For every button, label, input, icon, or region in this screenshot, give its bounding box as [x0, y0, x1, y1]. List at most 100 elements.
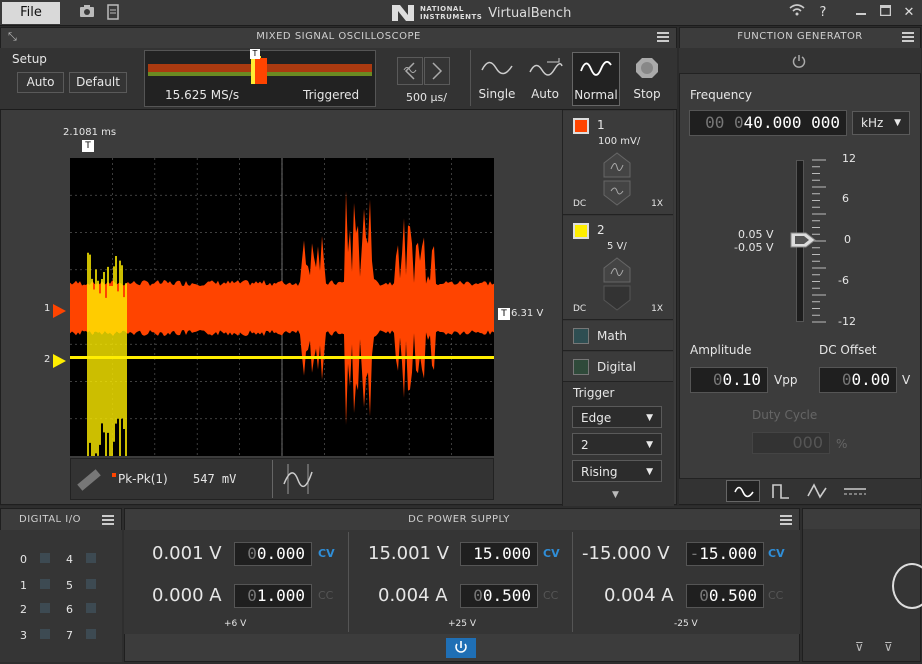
ch1-offset-marker[interactable]: [53, 304, 66, 318]
maximize-icon[interactable]: [876, 4, 894, 22]
trigger-position-marker[interactable]: T: [82, 140, 94, 152]
auto-setup-button[interactable]: Auto: [17, 72, 64, 93]
ps2-current-field[interactable]: 00.500: [460, 584, 538, 608]
minimize-icon[interactable]: [852, 4, 870, 22]
filter-icon[interactable]: ⊽: [855, 640, 864, 654]
square-wave-button[interactable]: [766, 480, 796, 502]
export-file-icon[interactable]: [104, 4, 122, 22]
pin-4-led[interactable]: [86, 553, 96, 563]
brand-name: NATIONAL INSTRUMENTS: [420, 5, 483, 21]
trigger-type-select[interactable]: Edge: [572, 406, 662, 429]
ps2-voltage-field[interactable]: 15.000: [460, 542, 538, 566]
trigger-level-marker[interactable]: T: [498, 308, 510, 320]
digital-toggle[interactable]: [573, 359, 589, 375]
ps1-current-field[interactable]: 01.000: [234, 584, 312, 608]
trigger-slope-select[interactable]: Rising: [572, 460, 662, 483]
amplitude-field[interactable]: 00.10: [690, 367, 768, 393]
ruler-icon[interactable]: [74, 464, 102, 497]
fgen-menu-icon[interactable]: [902, 32, 914, 42]
dc-wave-button[interactable]: [840, 480, 870, 502]
amplitude-value: 0.10: [722, 370, 761, 389]
stop-acq-button[interactable]: Stop: [626, 52, 668, 106]
stop-label: Stop: [633, 87, 661, 101]
ps1-label: +6 V: [224, 619, 247, 629]
offset-unit: V: [902, 373, 911, 387]
amplitude-slider-handle[interactable]: [790, 232, 816, 251]
ps1-voltage-set: 0.000: [256, 544, 305, 563]
pin-6-led[interactable]: [86, 603, 96, 613]
ch1-coupling[interactable]: DC: [573, 199, 586, 209]
timebase-increase-button[interactable]: [424, 57, 450, 85]
timebase-decrease-button[interactable]: [397, 57, 423, 85]
auto-wave-icon: [529, 58, 563, 76]
fgen-power-icon[interactable]: [792, 54, 806, 71]
ps1-voltage-field[interactable]: 00.000: [234, 542, 312, 566]
waveform-overview[interactable]: T 15.625 MS/s Triggered: [144, 49, 376, 107]
ch2-enable-toggle[interactable]: [573, 223, 589, 239]
trigger-source-select[interactable]: 2: [572, 433, 662, 456]
default-setup-button[interactable]: Default: [69, 72, 127, 93]
ch2-probe[interactable]: 1X: [651, 304, 663, 314]
filter-icon-2[interactable]: ⊽: [884, 640, 893, 654]
ch2-scale: 5 V/: [607, 241, 627, 252]
scope-menu-icon[interactable]: [657, 32, 669, 42]
help-icon[interactable]: ?: [814, 4, 832, 22]
single-acq-button[interactable]: Single: [476, 52, 518, 106]
ch2-scale-buttons[interactable]: [601, 256, 633, 312]
normal-wave-icon: [580, 60, 612, 76]
ch2-coupling[interactable]: DC: [573, 304, 586, 314]
normal-acq-button[interactable]: Normal: [572, 52, 620, 106]
frequency-field[interactable]: 00 040.000 000: [689, 110, 847, 136]
ps3-current-dim: 0: [699, 586, 709, 605]
digital-channel[interactable]: Digital: [563, 352, 673, 382]
pin-1-led[interactable]: [40, 579, 50, 589]
channel-scroll-down-icon[interactable]: ▼: [612, 490, 619, 500]
camera-icon[interactable]: [78, 4, 96, 22]
pin-7-led[interactable]: [86, 629, 96, 639]
sine-wave-button[interactable]: [726, 480, 760, 502]
trigger-state: Triggered: [303, 88, 360, 102]
math-channel[interactable]: Math: [563, 321, 673, 351]
wifi-icon[interactable]: [788, 4, 806, 22]
dcps-title: DC POWER SUPPLY: [408, 514, 510, 525]
close-icon[interactable]: ✕: [900, 4, 918, 22]
ch2-offset-marker[interactable]: [53, 354, 66, 368]
cursor-wave-icon: [283, 464, 313, 494]
dcps-menu-icon[interactable]: [780, 515, 792, 525]
math-toggle[interactable]: [573, 328, 589, 344]
ch2-card[interactable]: 2 5 V/ DC 1X: [563, 216, 673, 320]
offset-field[interactable]: 00.00: [819, 367, 897, 393]
scope-screen[interactable]: [70, 158, 494, 478]
pin-5-led[interactable]: [86, 579, 96, 589]
ch1-card[interactable]: 1 100 mV/ DC 1X: [563, 111, 673, 215]
auto-acq-button[interactable]: Auto: [524, 52, 566, 106]
frequency-dim-digits: 00 0: [705, 113, 744, 132]
cursor-mode-button[interactable]: [282, 462, 314, 496]
square-icon: [772, 484, 789, 499]
ps3-voltage-field[interactable]: -15.000: [686, 542, 764, 566]
expand-icon[interactable]: ⤡: [8, 30, 17, 44]
ps3-current-field[interactable]: 00.500: [686, 584, 764, 608]
dio-menu-icon[interactable]: [102, 515, 114, 525]
ps3-label: -25 V: [674, 619, 698, 629]
pin-2-led[interactable]: [40, 603, 50, 613]
pin-0-led[interactable]: [40, 553, 50, 563]
ps3-cv-indicator: CV: [768, 547, 785, 560]
high-level: 0.05 V: [738, 228, 774, 241]
ps3-current-readout: 0.004 A: [604, 585, 674, 606]
ps1-cc-indicator: CC: [318, 589, 334, 602]
file-menu[interactable]: File: [2, 2, 60, 24]
ps2-cc-indicator: CC: [543, 589, 559, 602]
triangle-wave-button[interactable]: [802, 480, 832, 502]
dcps-power-button[interactable]: [446, 638, 476, 658]
pin-3-led[interactable]: [40, 629, 50, 639]
ch1-probe[interactable]: 1X: [651, 199, 663, 209]
measure-ch-dot: [112, 473, 116, 477]
duty-cycle-field: 000: [752, 432, 830, 454]
frequency-unit-select[interactable]: kHz: [852, 111, 910, 135]
amplitude-unit: Vpp: [774, 373, 798, 387]
ch1-enable-toggle[interactable]: [573, 118, 589, 134]
ch2-marker-label: 2: [44, 354, 51, 365]
ch1-scale-buttons[interactable]: [601, 151, 633, 207]
ps1-voltage-readout: 0.001 V: [152, 543, 222, 564]
